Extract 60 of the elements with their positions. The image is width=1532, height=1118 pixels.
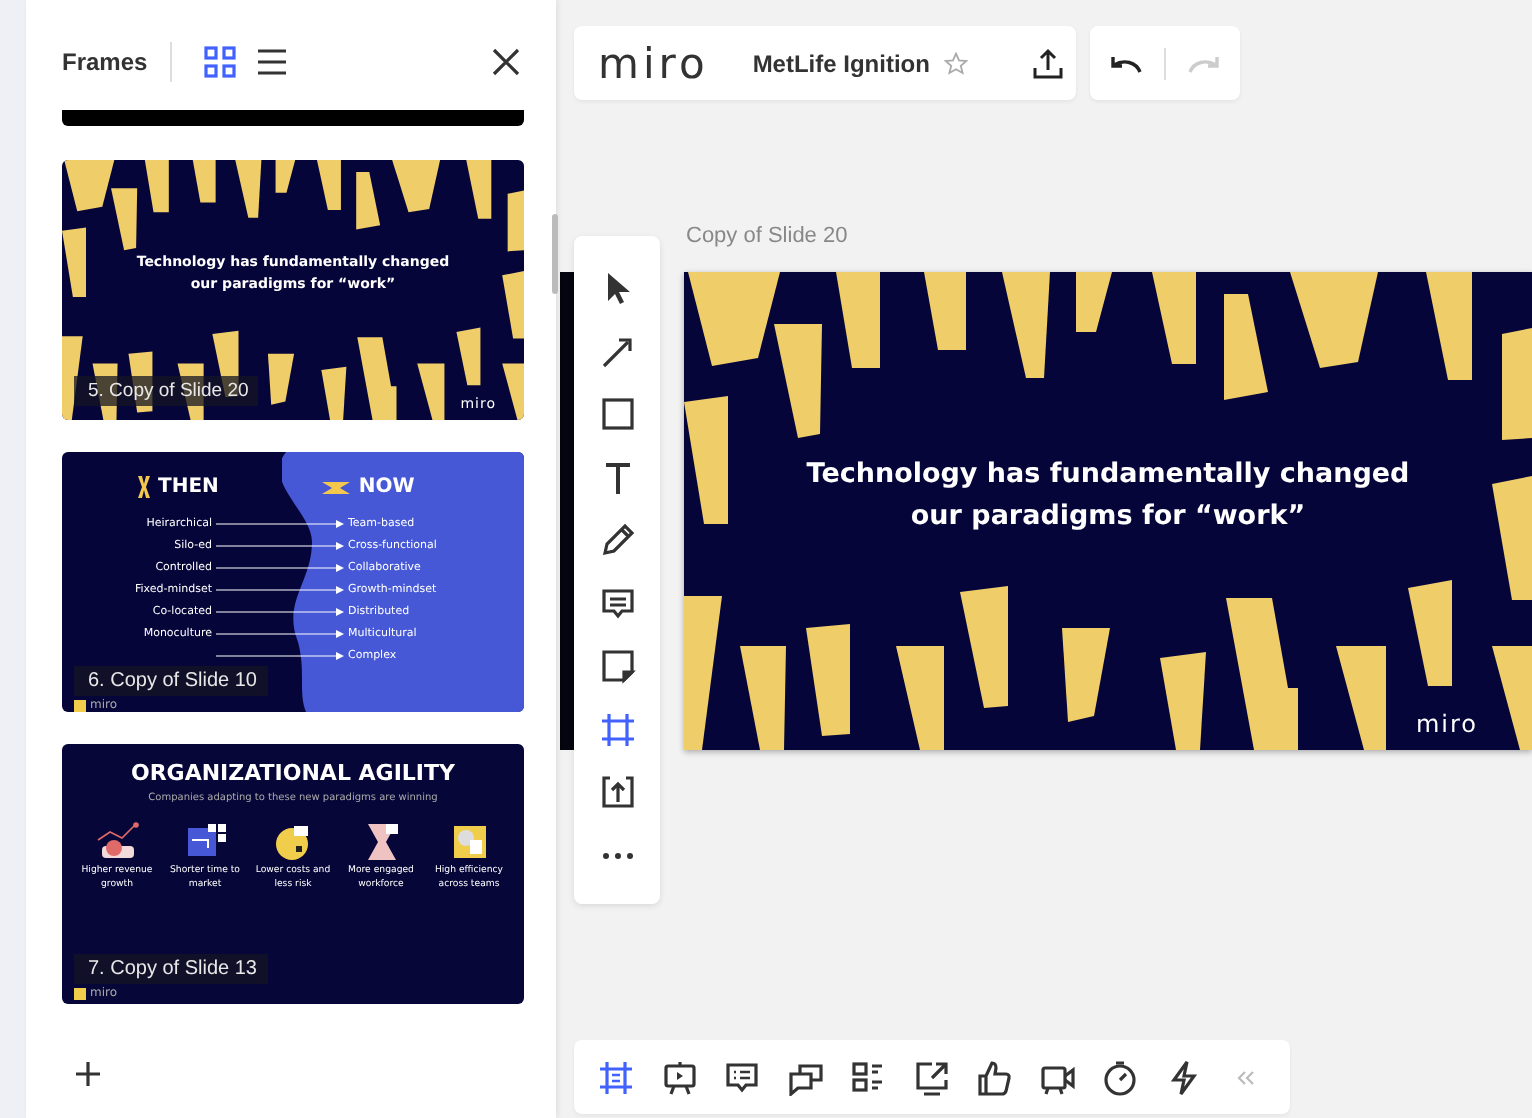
bowtie-icon (322, 481, 351, 493)
growth-chart-drawing (93, 822, 141, 862)
frame-caption: 5. Copy of Slide 20 (74, 376, 259, 406)
frame-icon (599, 711, 635, 747)
thumbs-up-icon (976, 1059, 1012, 1095)
chevrons-left-icon (1236, 1069, 1256, 1085)
arrow-line (216, 519, 344, 527)
timer-button[interactable] (1098, 1055, 1142, 1099)
frame[interactable]: Technology has fundamentally changed our paradigms for “work” miro (684, 272, 1532, 750)
redo-icon (1188, 53, 1220, 73)
close-icon (492, 47, 520, 75)
arrow-line (216, 629, 344, 637)
column-heading: THEN (158, 476, 219, 498)
upload-icon (599, 774, 635, 810)
slide-title: ORGANIZATIONAL AGILITY (130, 760, 455, 786)
frame-thumbnail[interactable] (62, 744, 524, 1004)
grid-view-button[interactable] (199, 41, 240, 81)
share-icon (913, 1059, 949, 1095)
arrow-line (216, 607, 344, 615)
board-name[interactable]: MetLife Ignition (752, 49, 930, 77)
slide-logo: miro (1415, 710, 1478, 738)
scrollbar[interactable] (552, 214, 558, 294)
app-logo[interactable]: miro (598, 39, 709, 87)
panel-title: Frames (62, 47, 148, 75)
logo-icon (74, 699, 86, 711)
add-frame-button[interactable] (72, 1058, 104, 1090)
arrow-line (216, 563, 344, 571)
arrow-line (216, 585, 344, 593)
cards-icon (787, 1059, 823, 1095)
presentation-icon (661, 1059, 697, 1095)
sticky-note-icon (599, 648, 635, 684)
square-icon (599, 396, 635, 432)
slide-heading: Technology has fundamentally changed (806, 456, 1410, 494)
comment-icon (599, 585, 635, 621)
upload-icon (1031, 47, 1064, 79)
list-icon (850, 1059, 886, 1095)
slide-heading: our paradigms for “work” (910, 498, 1306, 536)
frame-caption: 6. Copy of Slide 10 (74, 666, 267, 696)
grid-icon (203, 45, 236, 77)
vote-button[interactable] (972, 1055, 1016, 1099)
close-button[interactable] (488, 43, 524, 79)
comment-icon (724, 1059, 760, 1095)
frame-icon (598, 1059, 634, 1095)
pencil-icon (599, 522, 635, 558)
plus-icon (76, 1062, 100, 1086)
frame-thumbnail[interactable] (62, 110, 524, 126)
column-heading: NOW (358, 476, 415, 498)
star-icon (943, 51, 968, 75)
timer-icon (1102, 1059, 1138, 1095)
undo-icon (1110, 53, 1142, 73)
logo-icon (74, 987, 86, 999)
frame-caption: 7. Copy of Slide 13 (74, 954, 267, 984)
arrow-line (216, 651, 344, 659)
arrow-line (216, 541, 344, 549)
star-button[interactable] (939, 47, 972, 79)
list-icon (255, 47, 288, 75)
arrow-icon (599, 333, 635, 369)
hourglass-icon (138, 476, 150, 498)
lightning-icon (1165, 1059, 1201, 1095)
more-icon (599, 851, 635, 859)
